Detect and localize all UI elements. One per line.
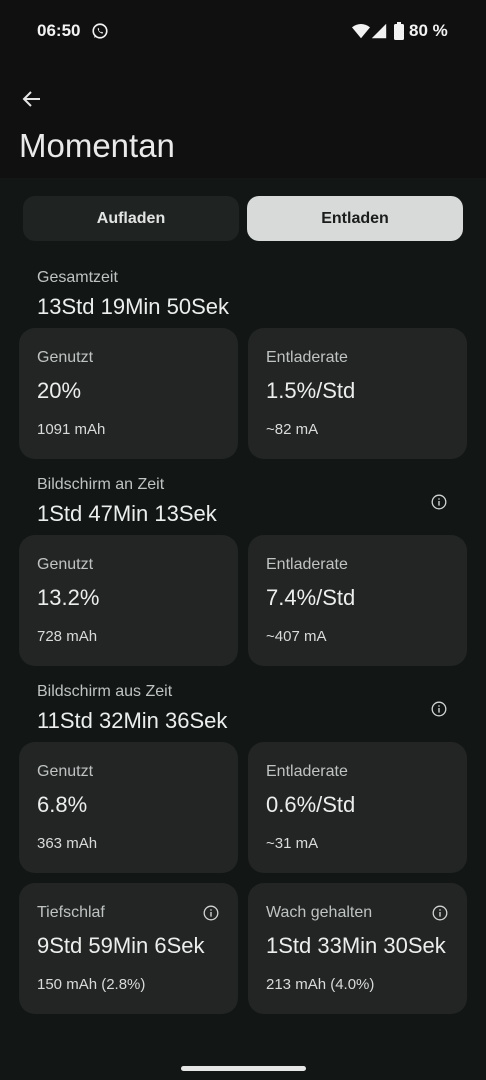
card-label: Tiefschlaf: [37, 904, 105, 921]
card-label: Genutzt: [37, 556, 94, 573]
screen-off-used-card: Genutzt 6.8% 363 mAh: [19, 742, 238, 873]
card-value: 7.4%/Std: [266, 585, 356, 610]
card-label: Entladerate: [266, 556, 348, 573]
card-value: 13.2%: [37, 585, 100, 610]
status-bar: 06:50 80 %: [0, 0, 486, 64]
tab-discharge[interactable]: Entladen: [247, 196, 463, 241]
screen-on-label: Bildschirm an Zeit: [37, 476, 165, 493]
card-value: 9Std 59Min 6Sek: [37, 933, 205, 958]
card-subvalue: 363 mAh: [37, 835, 98, 852]
total-time-label: Gesamtzeit: [37, 269, 118, 286]
card-label: Entladerate: [266, 763, 348, 780]
card-label: Genutzt: [37, 349, 94, 366]
back-arrow-icon[interactable]: [20, 87, 44, 111]
card-value: 1.5%/Std: [266, 378, 356, 403]
screen-on-used-card: Genutzt 13.2% 728 mAh: [19, 535, 238, 666]
card-subvalue: 728 mAh: [37, 628, 98, 645]
card-value: 6.8%: [37, 792, 88, 817]
card-subvalue: 213 mAh (4.0%): [266, 976, 375, 993]
screen-on-rate-card: Entladerate 7.4%/Std ~407 mA: [248, 535, 467, 666]
card-label: Genutzt: [37, 763, 94, 780]
card-subvalue: ~31 mA: [266, 835, 319, 852]
info-icon[interactable]: [203, 905, 219, 921]
whatsapp-icon: [92, 23, 108, 39]
total-time-value: 13Std 19Min 50Sek: [37, 294, 230, 319]
status-time: 06:50: [37, 21, 81, 40]
gesture-nav-handle[interactable]: [181, 1066, 306, 1071]
card-subvalue: ~407 mA: [266, 628, 327, 645]
card-value: 20%: [37, 378, 82, 403]
screen-on-value: 1Std 47Min 13Sek: [37, 501, 217, 526]
info-icon[interactable]: [431, 701, 447, 717]
page-title: Momentan: [19, 127, 175, 164]
card-value: 1Std 33Min 30Sek: [266, 933, 446, 958]
card-subvalue: 150 mAh (2.8%): [37, 976, 146, 993]
deep-sleep-card: Tiefschlaf 9Std 59Min 6Sek 150 mAh (2.8%…: [19, 883, 238, 1014]
total-rate-card: Entladerate 1.5%/Std ~82 mA: [248, 328, 467, 459]
cell-signal-icon: [371, 23, 387, 39]
wifi-icon: [352, 24, 370, 39]
screen-off-value: 11Std 32Min 36Sek: [37, 708, 228, 733]
total-used-card: Genutzt 20% 1091 mAh: [19, 328, 238, 459]
card-label: Wach gehalten: [266, 904, 373, 921]
info-icon[interactable]: [431, 494, 447, 510]
card-subvalue: ~82 mA: [266, 421, 319, 438]
card-value: 0.6%/Std: [266, 792, 356, 817]
battery-percentage: 80 %: [409, 21, 448, 40]
screen-off-label: Bildschirm aus Zeit: [37, 683, 173, 700]
card-subvalue: 1091 mAh: [37, 421, 106, 438]
battery-icon: [394, 22, 404, 40]
info-icon[interactable]: [432, 905, 448, 921]
awake-card: Wach gehalten 1Std 33Min 30Sek 213 mAh (…: [248, 883, 467, 1014]
card-label: Entladerate: [266, 349, 348, 366]
tab-charge[interactable]: Aufladen: [23, 196, 239, 241]
screen-off-rate-card: Entladerate 0.6%/Std ~31 mA: [248, 742, 467, 873]
